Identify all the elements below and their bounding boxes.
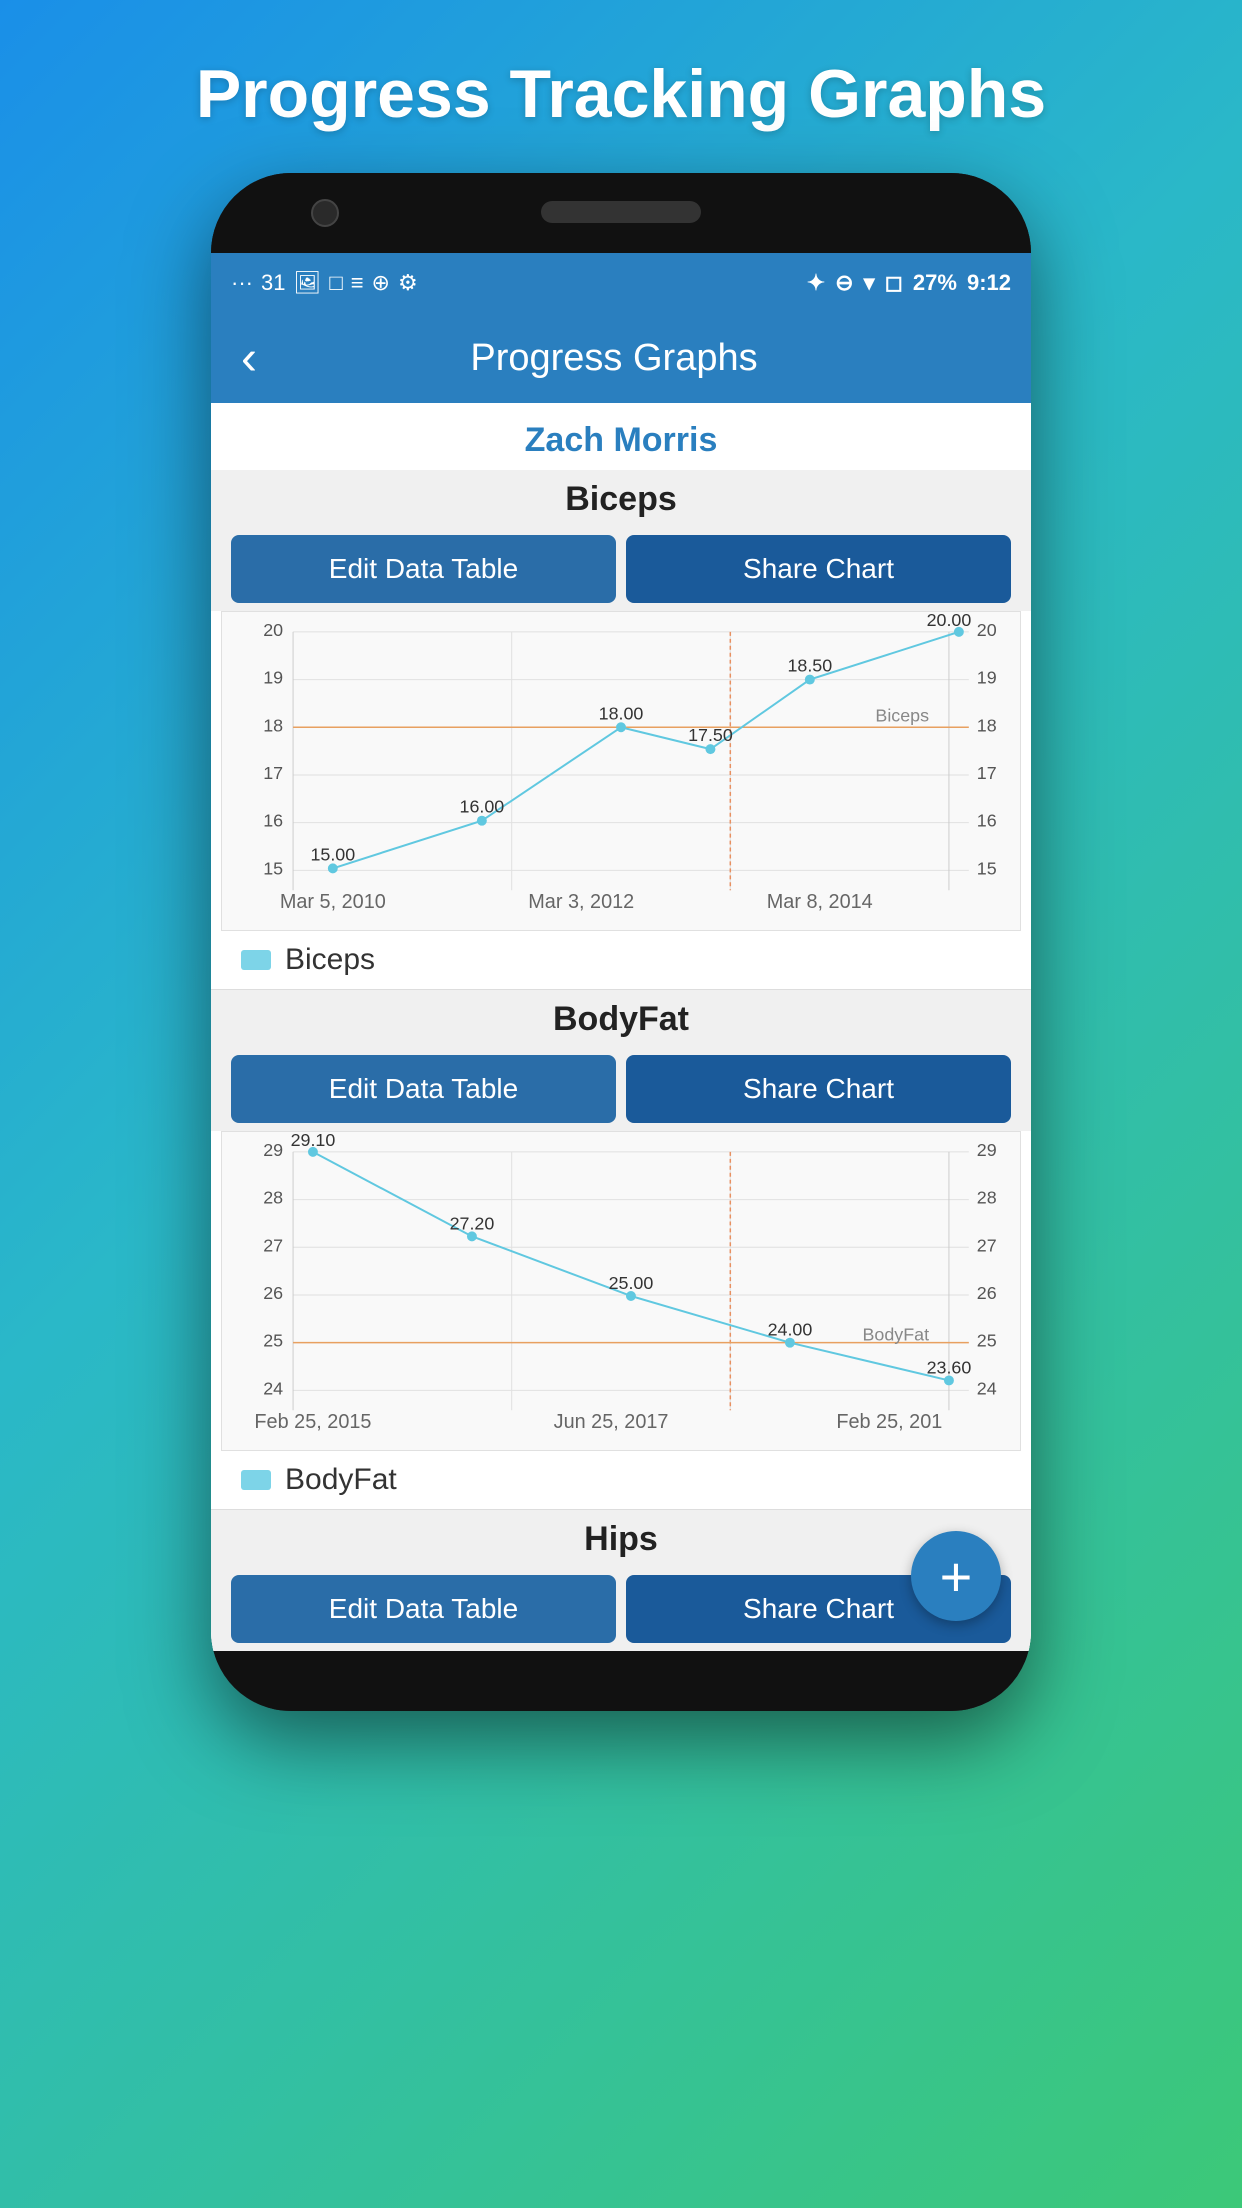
svg-text:15: 15 [977,858,997,878]
fab-icon: + [940,1544,973,1609]
svg-text:20.00: 20.00 [927,612,972,630]
svg-text:18: 18 [977,715,997,735]
svg-text:28: 28 [977,1188,997,1208]
svg-text:18.50: 18.50 [787,656,832,676]
svg-text:26: 26 [977,1283,997,1303]
bodyfat-legend-label: BodyFat [285,1463,397,1497]
battery-pct: 27% [913,270,957,296]
wifi-icon: ▾ [864,270,875,296]
status-icon-square: □ [329,270,342,296]
biceps-legend-label: Biceps [285,943,375,977]
svg-text:Biceps: Biceps [875,705,929,725]
svg-text:17.50: 17.50 [688,725,733,745]
hips-title: Hips [211,1510,1031,1567]
status-icons-left: ··· 31 🖼 □ ≡ ⊕ ⚙ [231,270,418,296]
status-icon-photo: 🖼 [293,270,321,296]
svg-text:17: 17 [977,763,997,783]
svg-text:25.00: 25.00 [609,1273,654,1293]
status-time: 9:12 [967,270,1011,296]
svg-text:23.60: 23.60 [927,1357,972,1377]
hips-edit-btn[interactable]: Edit Data Table [231,1575,616,1643]
status-icons-right: ✦ ⊖ ▾ ◻ 27% 9:12 [807,270,1011,296]
svg-text:27.20: 27.20 [450,1213,495,1233]
status-icon-globe: ⊕ [372,270,390,296]
bodyfat-legend-color [241,1470,271,1490]
svg-text:Feb 25, 201: Feb 25, 201 [836,1411,942,1433]
bodyfat-chart-area: 29 28 27 26 25 24 29 28 27 26 25 24 [221,1131,1021,1451]
status-bar: ··· 31 🖼 □ ≡ ⊕ ⚙ ✦ ⊖ ▾ ◻ 27% 9:12 [211,253,1031,313]
svg-text:26: 26 [263,1283,283,1303]
svg-text:20: 20 [977,620,997,640]
svg-text:28: 28 [263,1188,283,1208]
status-icon-dots2: ⚙ [398,270,418,296]
status-icon-dots: ··· [231,270,253,296]
phone-screen: ··· 31 🖼 □ ≡ ⊕ ⚙ ✦ ⊖ ▾ ◻ 27% 9:12 ‹ Prog… [211,253,1031,1651]
svg-text:17: 17 [263,763,283,783]
screen-content: Zach Morris Biceps Edit Data Table Share… [211,403,1031,1651]
biceps-title: Biceps [211,470,1031,527]
svg-text:18.00: 18.00 [599,703,644,723]
page-title: Progress Tracking Graphs [196,0,1046,173]
biceps-edit-btn[interactable]: Edit Data Table [231,535,616,603]
svg-text:29.10: 29.10 [291,1132,336,1150]
mute-icon: ⊖ [835,270,853,296]
biceps-legend: Biceps [211,931,1031,989]
svg-text:Jun 25, 2017: Jun 25, 2017 [554,1411,669,1433]
bluetooth-icon: ✦ [807,270,825,296]
phone-frame: ··· 31 🖼 □ ≡ ⊕ ⚙ ✦ ⊖ ▾ ◻ 27% 9:12 ‹ Prog… [211,173,1031,1711]
svg-text:15.00: 15.00 [310,844,355,864]
svg-text:24: 24 [263,1378,283,1398]
hips-section: Hips Edit Data Table Share Chart [211,1510,1031,1651]
svg-text:BodyFat: BodyFat [862,1325,929,1345]
user-name: Zach Morris [211,403,1031,470]
svg-text:16: 16 [263,811,283,831]
svg-text:29: 29 [977,1140,997,1160]
svg-text:16.00: 16.00 [460,797,505,817]
biceps-share-btn[interactable]: Share Chart [626,535,1011,603]
svg-text:19: 19 [977,668,997,688]
bodyfat-section: BodyFat Edit Data Table Share Chart [211,990,1031,1509]
svg-text:27: 27 [977,1235,997,1255]
status-icon-calendar: 31 [261,270,285,296]
header-title: Progress Graphs [277,337,951,380]
svg-text:Mar 8, 2014: Mar 8, 2014 [767,891,873,913]
svg-text:29: 29 [263,1140,283,1160]
svg-text:25: 25 [263,1331,283,1351]
svg-text:Mar 3, 2012: Mar 3, 2012 [528,891,634,913]
svg-text:18: 18 [263,715,283,735]
back-button[interactable]: ‹ [241,331,257,386]
biceps-section: Biceps Edit Data Table Share Chart [211,470,1031,989]
svg-text:16: 16 [977,811,997,831]
phone-camera [311,199,339,227]
bodyfat-edit-btn[interactable]: Edit Data Table [231,1055,616,1123]
svg-text:24.00: 24.00 [768,1320,813,1340]
svg-text:Feb 25, 2015: Feb 25, 2015 [254,1411,371,1433]
svg-text:27: 27 [263,1235,283,1255]
svg-text:19: 19 [263,668,283,688]
phone-speaker [541,201,701,223]
sim-icon: ◻ [885,270,903,296]
svg-text:Mar 5, 2010: Mar 5, 2010 [280,891,386,913]
svg-text:20: 20 [263,620,283,640]
bodyfat-legend: BodyFat [211,1451,1031,1509]
biceps-chart-area: 20 19 18 17 16 15 20 19 18 17 16 15 [221,611,1021,931]
status-icon-notes: ≡ [351,270,364,296]
app-header: ‹ Progress Graphs [211,313,1031,403]
biceps-legend-color [241,950,271,970]
svg-text:15: 15 [263,858,283,878]
bodyfat-share-btn[interactable]: Share Chart [626,1055,1011,1123]
bodyfat-title: BodyFat [211,990,1031,1047]
svg-text:25: 25 [977,1331,997,1351]
svg-text:24: 24 [977,1378,997,1398]
fab-button[interactable]: + [911,1531,1001,1621]
